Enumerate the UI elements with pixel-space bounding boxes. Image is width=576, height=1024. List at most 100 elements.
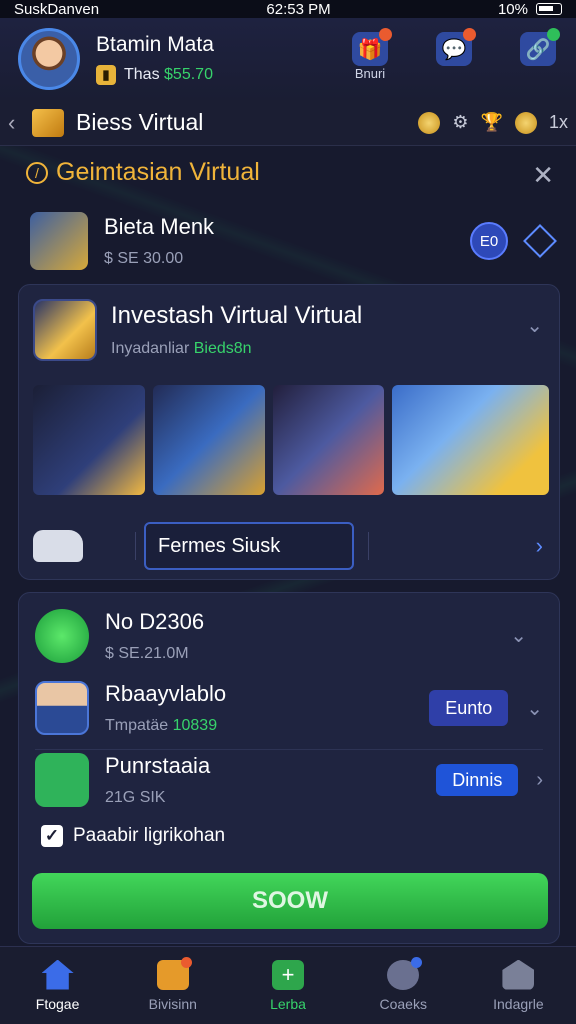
chat-button[interactable]: 💬 bbox=[432, 28, 476, 84]
list-item[interactable]: Rbaayvlablo Tmpatäe 10839 Eunto ⌄ bbox=[35, 673, 543, 743]
nav-bar: ‹ Biess Virtual ⚙ 🏆 1x bbox=[0, 100, 576, 146]
nav-icons: ⚙ 🏆 1x bbox=[418, 111, 568, 134]
item-circle-button[interactable]: E0 bbox=[470, 222, 508, 260]
list-item[interactable]: No D2306 $ SE.21.0M ⌄ bbox=[35, 601, 543, 671]
checkbox-label: Paaabir ligrikohan bbox=[73, 825, 226, 846]
back-arrow-icon[interactable]: ‹ bbox=[8, 110, 26, 136]
diamond-icon[interactable] bbox=[523, 224, 557, 258]
tab-label: Ftogae bbox=[35, 995, 80, 1012]
row-subtitle: Tmpatäe 10839 bbox=[105, 717, 226, 735]
panel-title-text: Geimtasian Virtual bbox=[56, 158, 260, 186]
tab-shop[interactable]: Bivisinn bbox=[115, 947, 230, 1024]
search-input[interactable]: Fermes Siusk bbox=[144, 522, 354, 570]
illustration-gallery bbox=[33, 385, 549, 495]
row-action-button[interactable]: Dinnis bbox=[436, 764, 519, 796]
submit-button[interactable]: SOOW bbox=[32, 873, 548, 929]
settings-icon bbox=[387, 956, 423, 990]
trophy-icon[interactable]: 🏆 bbox=[481, 112, 503, 133]
row-sub-label: Tmpatäe bbox=[105, 717, 169, 734]
cube-icon bbox=[32, 108, 64, 137]
battery-icon bbox=[536, 3, 562, 15]
plus-icon: + bbox=[272, 959, 304, 990]
chevron-right-icon[interactable]: › bbox=[536, 533, 543, 559]
header-icons: 🎁 Bnuri 💬 🔗 bbox=[348, 28, 560, 84]
carrier-label: SuskDanven bbox=[14, 0, 100, 18]
row-subtitle: 21G SIK bbox=[105, 789, 166, 806]
close-icon[interactable]: ✕ bbox=[532, 160, 554, 191]
checkbox[interactable]: ✓ bbox=[41, 825, 63, 847]
list-item[interactable]: Punrstaaia 21G SIK Dinnis › bbox=[35, 745, 543, 815]
tab-settings[interactable]: Coaeks bbox=[346, 947, 461, 1024]
chevron-down-icon[interactable]: ⌄ bbox=[510, 623, 527, 648]
person-avatar-icon bbox=[35, 681, 89, 735]
agreement-checkbox-row[interactable]: ✓ Paaabir ligrikohan bbox=[41, 825, 225, 847]
notification-dot bbox=[180, 956, 192, 968]
row-sub-value: 10839 bbox=[172, 717, 218, 734]
gold-bars-icon bbox=[33, 299, 97, 361]
notification-dot bbox=[379, 28, 392, 41]
illustration-tile[interactable] bbox=[272, 385, 385, 495]
illustration-tile[interactable] bbox=[152, 385, 265, 495]
virtual-panel: / Geimtasian Virtual ✕ Bieta Menk $ SE 3… bbox=[0, 146, 576, 946]
bottom-tab-bar: Ftogae Bivisinn + Lerba Coaeks Indagrle bbox=[0, 946, 576, 1024]
investment-sub-label: Inyadanliar bbox=[111, 340, 190, 357]
gift-icon: 🎁 bbox=[352, 28, 392, 66]
chevron-down-icon[interactable]: ⌄ bbox=[526, 313, 543, 338]
page-title: Biess Virtual bbox=[76, 109, 204, 135]
tab-bank[interactable]: Indagrle bbox=[461, 947, 576, 1024]
investment-subtitle: Inyadanliar Bieds8n bbox=[111, 340, 362, 358]
tab-home[interactable]: Ftogae bbox=[0, 947, 115, 1024]
investment-sub-value: Bieds8n bbox=[193, 340, 252, 357]
illustration-tile[interactable] bbox=[392, 385, 549, 495]
chat-icon: 💬 bbox=[436, 28, 476, 66]
illustration-tile[interactable] bbox=[33, 385, 145, 495]
chevron-down-icon[interactable]: ⌄ bbox=[526, 696, 543, 721]
divider bbox=[368, 532, 369, 560]
panel-title: / Geimtasian Virtual bbox=[26, 158, 260, 187]
list-item[interactable]: Bieta Menk $ SE 30.00 E0 bbox=[30, 208, 557, 274]
balance-row: ▮ Thas $55.70 bbox=[96, 65, 214, 85]
clock: 62:53 PM bbox=[266, 0, 331, 18]
check-circle-icon bbox=[35, 609, 89, 663]
tab-label: Coaeks bbox=[379, 995, 427, 1012]
coin-icon[interactable] bbox=[514, 111, 537, 134]
balance-value: $55.70 bbox=[164, 66, 213, 83]
notification-dot bbox=[411, 956, 423, 968]
investment-thumbnail bbox=[30, 212, 88, 270]
tab-label: Bivisinn bbox=[148, 995, 197, 1012]
wallet-icon: ▮ bbox=[96, 65, 116, 85]
coin-icon[interactable] bbox=[418, 111, 441, 134]
gift-button[interactable]: 🎁 Bnuri bbox=[348, 28, 392, 84]
row-title: Punrstaaia bbox=[105, 753, 211, 778]
tab-add[interactable]: + Lerba bbox=[230, 947, 345, 1024]
username: Btamin Mata bbox=[96, 33, 214, 56]
car-icon bbox=[33, 530, 83, 562]
multiplier-label[interactable]: 1x bbox=[549, 112, 568, 133]
investment-header[interactable]: Investash Virtual Virtual Inyadanliar Bi… bbox=[33, 299, 362, 361]
avatar[interactable] bbox=[18, 28, 80, 90]
row-title: Rbaayvlablo bbox=[105, 681, 227, 706]
status-bar: SuskDanven 62:53 PM 10% bbox=[0, 0, 576, 18]
item-text: Bieta Menk $ SE 30.00 bbox=[104, 214, 214, 268]
tab-label: Lerba bbox=[270, 995, 306, 1012]
divider bbox=[135, 532, 136, 560]
tab-label: Indagrle bbox=[493, 995, 544, 1012]
investment-input-row: Fermes Siusk › bbox=[33, 521, 549, 571]
bank-icon bbox=[502, 959, 535, 990]
row-action-button[interactable]: Eunto bbox=[429, 690, 509, 726]
link-button[interactable]: 🔗 bbox=[516, 28, 560, 84]
document-icon bbox=[35, 753, 89, 807]
investment-card: Investash Virtual Virtual Inyadanliar Bi… bbox=[18, 284, 560, 580]
link-icon: 🔗 bbox=[520, 28, 560, 66]
gear-icon[interactable]: ⚙ bbox=[452, 112, 468, 133]
chevron-right-icon[interactable]: › bbox=[536, 769, 543, 792]
investment-title: Investash Virtual Virtual bbox=[111, 302, 363, 329]
profile-header: Btamin Mata ▮ Thas $55.70 🎁 Bnuri 💬 🔗 bbox=[0, 18, 576, 100]
home-icon bbox=[41, 959, 74, 990]
compass-icon: / bbox=[26, 161, 48, 184]
status-right: 10% bbox=[498, 1, 562, 18]
balance-label: Thas bbox=[124, 66, 160, 83]
investment-text: Investash Virtual Virtual Inyadanliar Bi… bbox=[111, 302, 362, 358]
shop-icon bbox=[156, 956, 192, 990]
user-info: Btamin Mata ▮ Thas $55.70 bbox=[96, 33, 214, 85]
